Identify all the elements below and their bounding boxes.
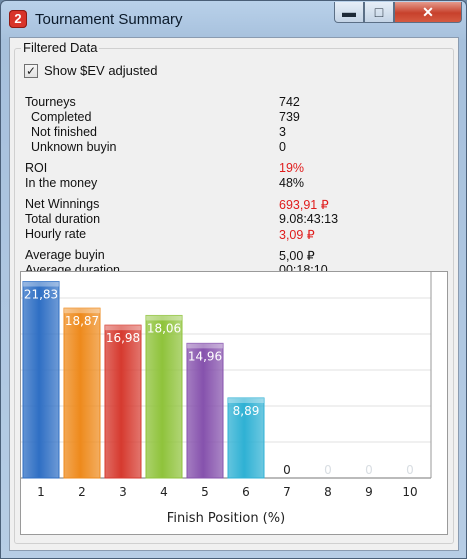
bar-value-label: 8,89 [233, 404, 260, 418]
app-icon: 2 [9, 10, 27, 28]
bar-value-label: 0 [365, 463, 373, 477]
x-tick-label: 7 [283, 485, 291, 499]
bar-highlight [228, 397, 264, 403]
minimize-icon: ▬ [342, 4, 356, 20]
bar-value-label: 14,96 [188, 349, 222, 363]
stat-label: Average buyin [25, 248, 105, 262]
bar-highlight [105, 325, 141, 331]
stat-label: In the money [25, 176, 98, 190]
client-area: Filtered Data ✓ Show $EV adjusted Tourne… [9, 37, 459, 551]
finish-position-chart: 21,83 18,87 16,98 18,06 14,96 8,89 0 0 0 0 1 2 3 4 5 6… [20, 271, 448, 535]
minimize-button[interactable]: ▬ [334, 2, 364, 23]
bar-highlight [146, 315, 182, 321]
stat-value: 19% [279, 161, 305, 175]
stat-value: 693,91 ₽ [279, 198, 329, 212]
bar-highlight [23, 281, 59, 287]
x-tick-label: 10 [402, 485, 417, 499]
bar-value-label: 0 [324, 463, 332, 477]
bar-value-label: 18,87 [65, 314, 99, 328]
stat-value: 5,00 ₽ [279, 249, 315, 263]
group-label: Filtered Data [21, 40, 100, 55]
x-tick-label: 1 [37, 485, 45, 499]
x-tick-label: 6 [242, 485, 250, 499]
stat-value: 739 [279, 110, 300, 124]
close-icon: ✕ [422, 4, 434, 20]
bar-position-5 [186, 342, 224, 479]
bar-highlight [187, 343, 223, 349]
bar-position-2 [63, 307, 101, 479]
bar-position-3 [104, 324, 142, 479]
stat-label: Total duration [25, 212, 101, 226]
bar-value-label: 21,83 [24, 288, 58, 302]
stat-label: Net Winnings [25, 197, 100, 211]
bar-position-4 [145, 314, 183, 479]
bar-value-label: 0 [283, 463, 291, 477]
stat-value: 48% [279, 176, 305, 190]
maximize-icon: □ [374, 4, 384, 20]
title-bar[interactable]: 2 Tournament Summary ▬ □ ✕ [1, 1, 466, 37]
bar-position-1 [22, 281, 60, 479]
show-ev-label[interactable]: Show $EV adjusted [44, 63, 157, 78]
stat-value: 9.08:43:13 [279, 212, 339, 226]
show-ev-checkbox[interactable]: ✓ [24, 64, 38, 78]
x-tick-label: 4 [160, 485, 168, 499]
x-tick-label: 2 [78, 485, 86, 499]
stat-label: Not finished [31, 125, 98, 139]
chart-svg: 21,83 18,87 16,98 18,06 14,96 8,89 0 0 0 0 1 2 3 4 5 6… [21, 272, 432, 526]
checkmark-icon: ✓ [25, 64, 37, 78]
filtered-data-group: Filtered Data ✓ Show $EV adjusted Tourne… [14, 40, 454, 544]
x-axis-label: Finish Position (%) [167, 511, 285, 526]
stat-label: ROI [25, 161, 48, 175]
bar-value-label: 18,06 [147, 321, 181, 335]
x-tick-label: 3 [119, 485, 127, 499]
bar-value-label: 16,98 [106, 331, 140, 345]
stat-label: Unknown buyin [31, 140, 117, 154]
maximize-button[interactable]: □ [364, 2, 394, 23]
bar-value-label: 0 [406, 463, 414, 477]
stat-value: 3 [279, 125, 286, 139]
stat-label: Hourly rate [25, 227, 87, 241]
close-button[interactable]: ✕ [394, 2, 462, 23]
bar-highlight [64, 308, 100, 314]
stat-label: Tourneys [25, 95, 76, 109]
stat-label: Completed [31, 110, 92, 124]
x-tick-label: 9 [365, 485, 373, 499]
stat-value: 3,09 ₽ [279, 228, 315, 242]
stat-value: 742 [279, 95, 300, 109]
window-title: Tournament Summary [35, 11, 183, 28]
stat-value: 0 [279, 140, 286, 154]
tournament-summary-window: 2 Tournament Summary ▬ □ ✕ Filtered Data… [0, 0, 467, 559]
x-tick-label: 8 [324, 485, 332, 499]
x-tick-label: 5 [201, 485, 209, 499]
